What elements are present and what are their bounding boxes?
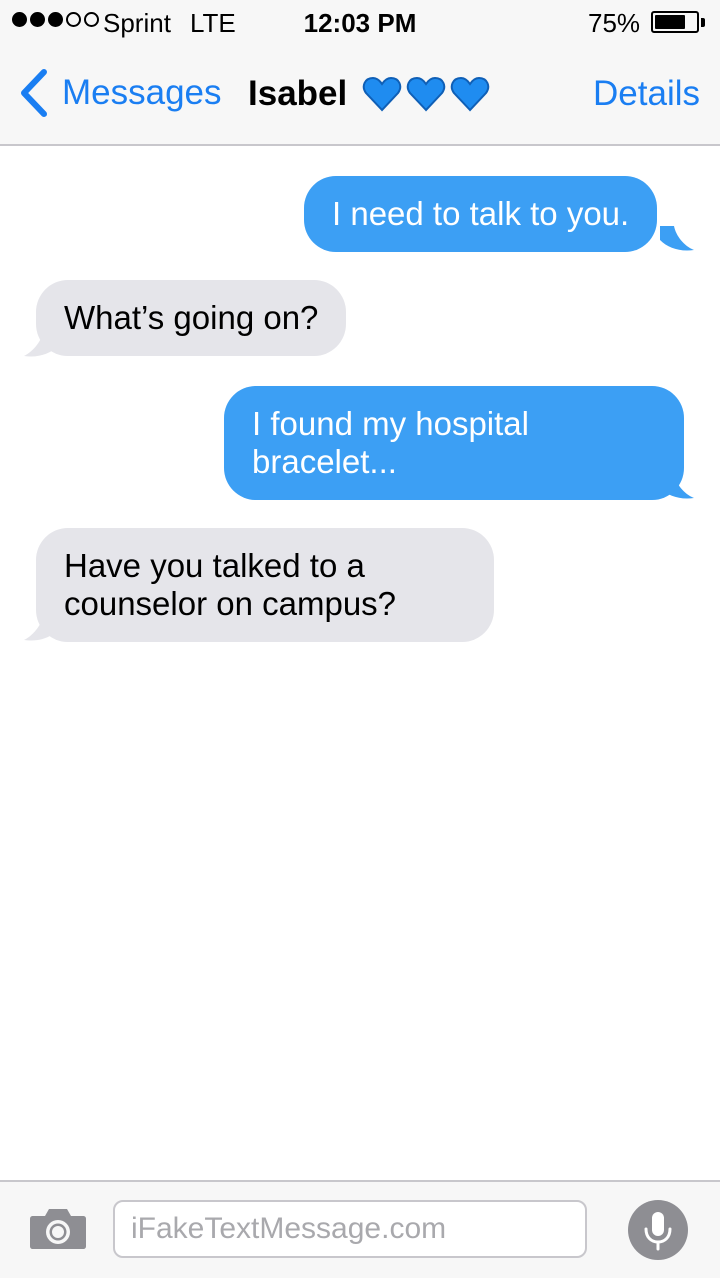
blue-heart-icon — [450, 76, 490, 112]
message-input[interactable] — [113, 1200, 587, 1258]
chevron-left-icon — [21, 69, 47, 117]
message-text-line: bracelet... — [252, 443, 397, 480]
contact-name: Isabel — [248, 74, 348, 113]
message-text-line: I found my hospital — [252, 405, 529, 442]
back-button[interactable]: Messages — [14, 66, 222, 120]
battery-tip — [701, 18, 705, 27]
blue-heart-icon — [406, 76, 446, 112]
message-text: What’s going on? — [64, 299, 319, 336]
contact-emoji — [362, 74, 490, 114]
microphone-button[interactable] — [628, 1200, 688, 1260]
battery-percentage: 75% — [588, 8, 641, 38]
conversation-header: Messages Isabel Details — [0, 44, 720, 146]
camera-icon[interactable] — [29, 1206, 87, 1250]
blue-heart-icon — [362, 76, 402, 112]
battery-icon — [651, 11, 699, 33]
outgoing-bubble-tail — [660, 226, 694, 251]
incoming-message[interactable]: What’s going on? — [36, 280, 347, 356]
back-button-label: Messages — [62, 73, 222, 112]
battery-fill — [655, 15, 685, 29]
details-button[interactable]: Details — [593, 74, 700, 114]
microphone-icon — [644, 1212, 672, 1251]
message-text: I need to talk to you. — [332, 195, 630, 232]
messages-screen: Sprint LTE 12:03 PM 75% Messages Isabel — [0, 0, 720, 1278]
outgoing-message[interactable]: I found my hospital bracelet... — [224, 386, 684, 500]
compose-bar — [0, 1180, 720, 1278]
message-text-line: counselor on campus? — [64, 585, 397, 622]
message-text-line: Have you talked to a — [64, 547, 365, 584]
outgoing-message[interactable]: I need to talk to you. — [304, 176, 658, 252]
status-bar: Sprint LTE 12:03 PM 75% — [0, 0, 720, 44]
incoming-message[interactable]: Have you talked to a counselor on campus… — [36, 528, 494, 642]
